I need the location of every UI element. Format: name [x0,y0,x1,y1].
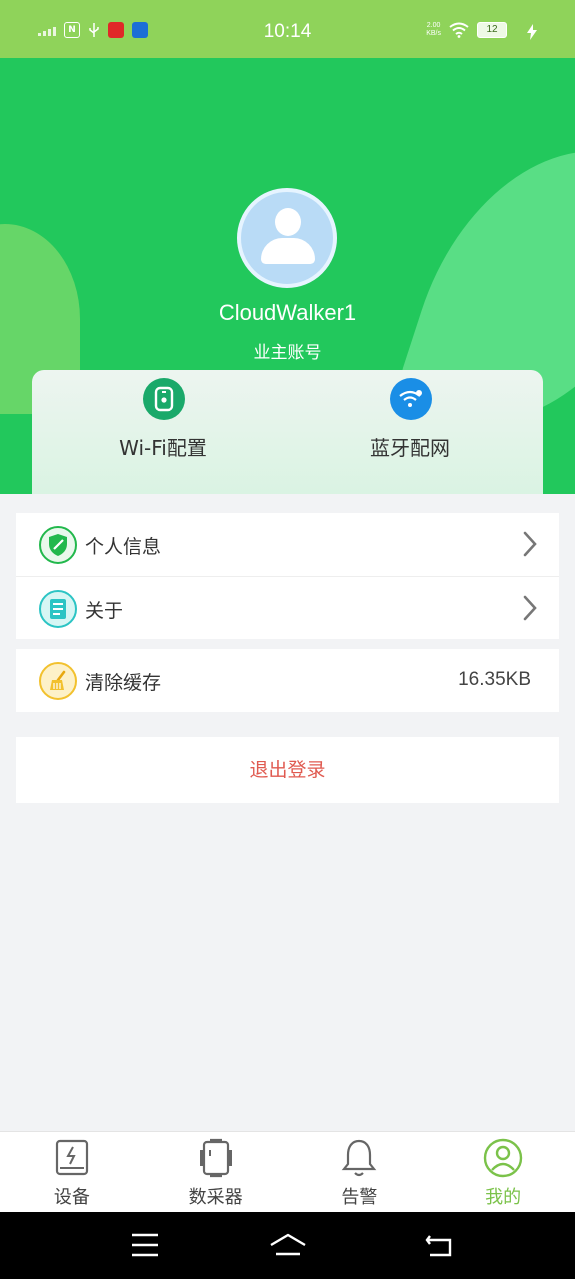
bell-icon [339,1138,379,1178]
tab-alarms[interactable]: 告警 [288,1132,432,1212]
bottom-tab-bar: 设备 数采器 告警 我的 [0,1131,575,1212]
tab-label: 告警 [341,1187,378,1208]
avatar[interactable] [237,188,337,288]
tab-label: 数采器 [188,1187,243,1208]
quick-actions-card: Wi-Fi配置 蓝牙配网 [32,370,543,494]
tab-me[interactable]: 我的 [431,1132,575,1212]
system-navigation-bar [0,1212,575,1279]
network-speed: 2.00 KB/s [426,22,441,37]
wifi-device-icon [143,378,185,420]
clear-cache-button[interactable]: 清除缓存 16.35KB [16,649,559,712]
menu-item-about[interactable]: 关于 [16,576,559,639]
tab-collector[interactable]: 数采器 [144,1132,288,1212]
user-circle-icon [483,1138,523,1178]
chevron-right-icon [523,595,537,621]
username: CloudWalker1 [218,300,357,325]
profile-header: CloudWalker1 业主账号 Wi-Fi配置 蓝牙配网 [0,58,575,494]
chevron-right-icon [523,531,537,557]
bluetooth-network-label: 蓝牙配网 [370,436,450,460]
menu-item-label: 关于 [85,600,124,622]
cache-size: 16.35KB [458,669,531,690]
bluetooth-network-button[interactable]: 蓝牙配网 [310,378,510,488]
battery-indicator: 12 [477,22,507,38]
tab-label: 设备 [53,1187,90,1208]
logout-button[interactable]: 退出登录 [16,737,559,803]
clear-cache-label: 清除缓存 [85,672,162,694]
status-bar: N 10:14 2.00 KB/s 12 [0,0,575,58]
document-icon [39,590,77,628]
settings-menu: 个人信息 关于 [16,513,559,639]
menu-item-personal-info[interactable]: 个人信息 [16,513,559,576]
broom-icon [39,662,77,700]
cache-menu: 清除缓存 16.35KB [16,649,559,712]
back-icon[interactable] [424,1232,454,1258]
tab-label: 我的 [485,1187,522,1208]
wifi-config-button[interactable]: Wi-Fi配置 [63,378,263,488]
home-icon[interactable] [268,1232,308,1258]
account-role: 业主账号 [253,343,322,363]
tab-devices[interactable]: 设备 [0,1132,144,1212]
menu-item-label: 个人信息 [85,536,162,558]
charging-icon [527,24,537,40]
collector-icon [196,1138,236,1178]
device-icon [52,1138,92,1178]
shield-icon [39,526,77,564]
wifi-config-label: Wi-Fi配置 [119,436,207,460]
bluetooth-network-icon [390,378,432,420]
menu-icon[interactable] [130,1232,160,1258]
wifi-icon [449,22,469,38]
